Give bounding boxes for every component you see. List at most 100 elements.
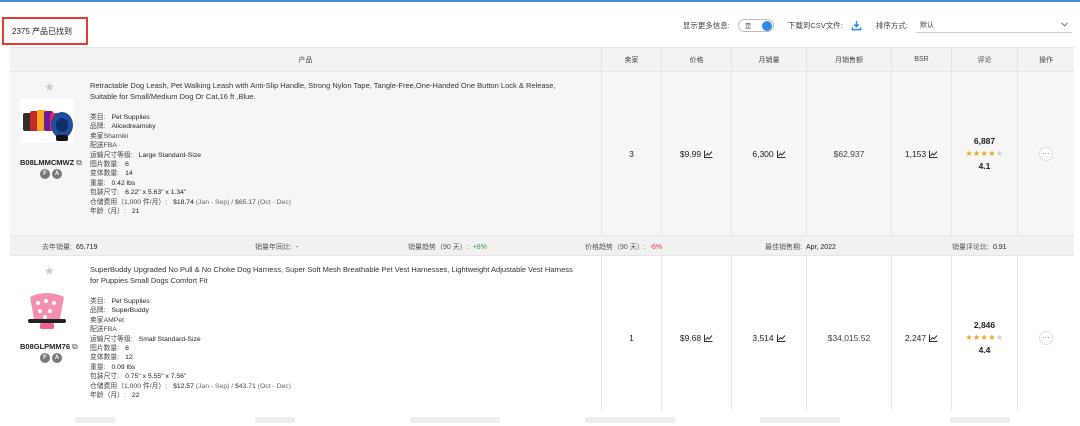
images-label: 图片数量: bbox=[90, 345, 120, 353]
price-value: $9.99 bbox=[679, 148, 702, 159]
storage-b-period: (Oct - Dec) bbox=[257, 382, 291, 390]
col-monthly-sales[interactable]: 月销量 bbox=[732, 48, 807, 71]
product-summary-bar: 去年销量: 65,719 销量年同比: - 销量趋势（90 天）: +8% 价格趋势（… bbox=[10, 236, 1074, 256]
asin-text: B08GLPMM76 bbox=[20, 342, 71, 351]
col-price[interactable]: 价格 bbox=[662, 48, 732, 71]
table-row: ★ B08LMMCMWZ ⧉ F A Retractable Dog Leash… bbox=[10, 72, 1074, 236]
bsr-value: 1,153 bbox=[904, 148, 927, 159]
pin-icon[interactable]: ★ bbox=[44, 80, 55, 94]
col-actions: 操作 bbox=[1039, 56, 1053, 64]
monthly-revenue-cell: $62,937 bbox=[807, 72, 892, 235]
weight-value: 0.42 lbs bbox=[111, 179, 136, 187]
weight-label: 重量: bbox=[90, 363, 106, 371]
price-cell: $9.68 bbox=[662, 256, 732, 419]
bsr-value: 2,247 bbox=[904, 332, 927, 343]
col-reviews[interactable]: 评论 bbox=[952, 48, 1018, 71]
rating-value: 4.4 bbox=[978, 345, 991, 355]
storage-label: 仓储费用（1,000 件/月）: bbox=[90, 382, 168, 390]
external-link-icon[interactable]: ⧉ bbox=[72, 342, 78, 351]
actions-cell: ··· bbox=[1018, 72, 1074, 235]
fba-badge-icon: F bbox=[40, 353, 50, 363]
age-label: 年龄（月）: bbox=[90, 208, 126, 216]
sellers-value: 3 bbox=[629, 148, 634, 159]
monthly-revenue-value: $34,015.52 bbox=[827, 332, 871, 343]
images-value: 8 bbox=[125, 345, 129, 353]
show-more-toggle[interactable]: 是 bbox=[737, 18, 774, 32]
brand-value: Alicedreamsky bbox=[111, 123, 156, 131]
monthly-sales-value: 6,300 bbox=[752, 148, 774, 159]
product-title-line-1: SuperBuddy Upgraded No Pull & No Choke D… bbox=[90, 265, 573, 274]
fulfillment-label: 配送 bbox=[90, 142, 104, 150]
summary-label: 销量趋势（90 天）: bbox=[408, 244, 469, 251]
col-product[interactable]: 产品 bbox=[10, 48, 602, 71]
sort-select[interactable]: 默认 bbox=[916, 18, 1072, 33]
fulfillment-value: FBA bbox=[103, 142, 117, 150]
dims-value: 6.22" x 5.63" x 1.34" bbox=[125, 189, 187, 197]
sort-label: 排序方式: bbox=[875, 20, 908, 30]
col-monthly-revenue[interactable]: 月销售额 bbox=[807, 48, 892, 71]
category-label: 类目: bbox=[90, 298, 106, 305]
storage-b-period: (Oct - Dec) bbox=[257, 198, 291, 206]
sort-value: 默认 bbox=[920, 21, 934, 29]
seller-value: Sharniki bbox=[103, 132, 129, 140]
summary-yoy: 销量年同比: - bbox=[255, 242, 298, 252]
reviews-cell: 6,887 ★★★★★ 4.1 bbox=[952, 72, 1018, 235]
product-image[interactable] bbox=[20, 289, 74, 333]
product-image[interactable] bbox=[20, 99, 74, 143]
storage-b-value: $65.17 bbox=[235, 198, 256, 206]
more-dots-icon[interactable]: ··· bbox=[1039, 330, 1053, 345]
col-bsr[interactable]: BSR bbox=[892, 48, 952, 71]
review-count: 6,887 bbox=[973, 136, 996, 146]
badge-group: F A bbox=[40, 353, 62, 363]
trend-chart-icon[interactable] bbox=[704, 150, 713, 158]
bsr-cell: 1,153 bbox=[892, 72, 952, 235]
variants-label: 变体数量: bbox=[90, 354, 120, 362]
download-icon[interactable] bbox=[851, 20, 862, 31]
summary-value: 65,719 bbox=[75, 244, 98, 251]
brand-label: 品牌: bbox=[90, 307, 106, 315]
trend-chart-icon[interactable] bbox=[776, 150, 786, 158]
reviews-cell: 2,846 ★★★★★ 4.4 bbox=[952, 256, 1018, 419]
price-value: $9.68 bbox=[679, 332, 702, 343]
summary-value: +8% bbox=[472, 244, 487, 251]
monthly-sales-value: 3,514 bbox=[752, 332, 774, 343]
summary-price-trend: 价格趋势（90 天）: -6% bbox=[585, 242, 662, 252]
download-label: 下载到CSV文件: bbox=[787, 20, 843, 30]
product-count-box: 2375 产品已找到 bbox=[2, 17, 88, 45]
external-link-icon[interactable]: ⧉ bbox=[76, 158, 82, 167]
asin-text: B08LMMCMWZ bbox=[20, 158, 75, 167]
pin-icon[interactable]: ★ bbox=[44, 264, 55, 278]
age-label: 年龄（月）: bbox=[90, 392, 126, 400]
monthly-revenue-value: $62,937 bbox=[833, 148, 865, 159]
summary-label: 去年销量: bbox=[42, 244, 72, 251]
top-accent-line bbox=[0, 0, 1080, 2]
product-title[interactable]: SuperBuddy Upgraded No Pull & No Choke D… bbox=[90, 264, 595, 286]
partial-text bbox=[75, 417, 115, 423]
variants-label: 变体数量: bbox=[90, 170, 120, 178]
trend-chart-icon[interactable] bbox=[929, 150, 938, 158]
storage-a-value: $18.74 bbox=[173, 198, 194, 206]
asin-label[interactable]: B08GLPMM76 ⧉ bbox=[20, 342, 78, 352]
amazon-badge-icon: A bbox=[52, 353, 62, 363]
size-tier-label: 运输尺寸等级: bbox=[90, 151, 133, 159]
trend-chart-icon[interactable] bbox=[929, 334, 938, 342]
toggle-knob bbox=[761, 20, 772, 31]
product-title[interactable]: Retractable Dog Leash, Pet Walking Leash… bbox=[90, 80, 595, 102]
trend-chart-icon[interactable] bbox=[704, 334, 713, 342]
fba-badge-icon: F bbox=[40, 169, 50, 179]
asin-label[interactable]: B08LMMCMWZ ⧉ bbox=[20, 158, 82, 168]
bsr-cell: 2,247 bbox=[892, 256, 952, 419]
monthly-sales-cell: 3,514 bbox=[732, 256, 807, 419]
seller-label: 卖家 bbox=[90, 132, 104, 140]
fulfillment-label: 配送 bbox=[90, 326, 104, 334]
product-count: 2375 产品已找到 bbox=[12, 26, 73, 36]
col-sellers[interactable]: 卖家 bbox=[602, 48, 662, 71]
brand-value: SuperBuddy bbox=[111, 307, 149, 315]
dims-value: 0.75" x 5.55" x 7.56" bbox=[125, 373, 187, 381]
amazon-badge-icon: A bbox=[52, 169, 62, 179]
trend-chart-icon[interactable] bbox=[776, 334, 786, 342]
storage-a-value: $12.57 bbox=[173, 382, 194, 390]
storage-a-period: (Jan - Sep) / bbox=[195, 198, 234, 206]
summary-label: 销量评论比: bbox=[952, 244, 989, 251]
more-dots-icon[interactable]: ··· bbox=[1039, 146, 1053, 161]
